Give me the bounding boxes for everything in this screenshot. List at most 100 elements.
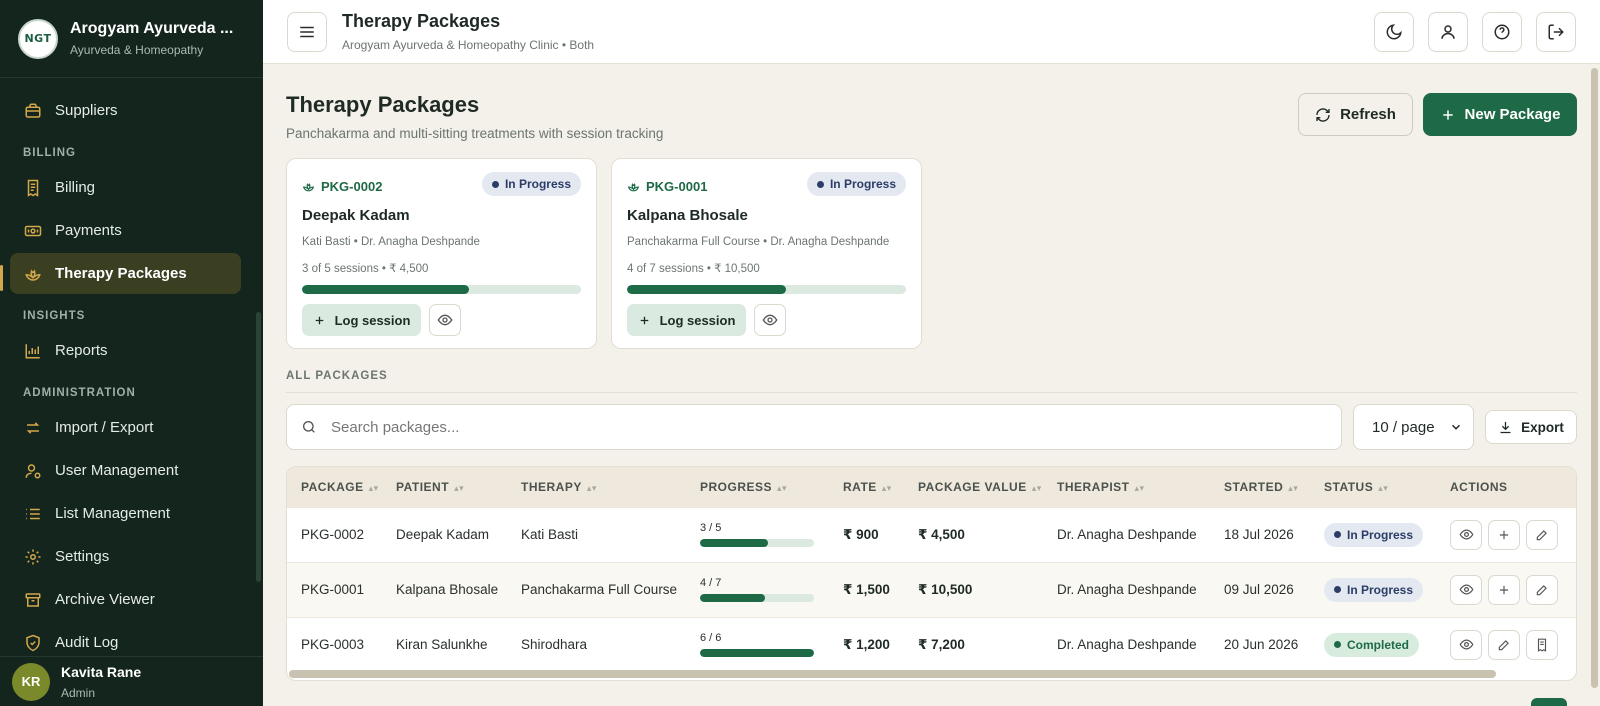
- column-header-started[interactable]: STARTED ▴▾: [1210, 467, 1310, 507]
- lotus-icon: [24, 265, 42, 283]
- status-badge: In Progress: [481, 172, 581, 196]
- table-row[interactable]: PKG-0003 Kiran Salunkhe Shirodhara 6 / 6…: [287, 616, 1576, 672]
- sidebar-item-label: Settings: [55, 548, 110, 565]
- sidebar: NGT Arogyam Ayurveda ... Ayurveda & Home…: [0, 0, 263, 706]
- theme-toggle-button[interactable]: [1374, 11, 1414, 52]
- moon-icon: [1386, 23, 1402, 39]
- sidebar-item-import-export[interactable]: Import / Export: [10, 407, 241, 448]
- sidebar-item-reports[interactable]: Reports: [10, 330, 241, 371]
- sidebar-item-archive-viewer[interactable]: Archive Viewer: [10, 579, 241, 620]
- log-session-button[interactable]: Log session: [302, 304, 421, 336]
- brand[interactable]: NGT Arogyam Ayurveda ... Ayurveda & Home…: [0, 0, 263, 78]
- column-header-therapist[interactable]: THERAPIST ▴▾: [1043, 467, 1210, 507]
- eye-icon: [762, 314, 778, 326]
- package-code: PKG-0002: [321, 179, 383, 194]
- list-icon: [24, 505, 42, 523]
- cell-patient: Kalpana Bhosale: [382, 561, 507, 617]
- menu-toggle-button[interactable]: [287, 11, 327, 52]
- invoice-button[interactable]: [1526, 629, 1558, 660]
- view-button[interactable]: [1450, 574, 1482, 605]
- table-row[interactable]: PKG-0002 Deepak Kadam Kati Basti 3 / 5 ₹…: [287, 506, 1576, 562]
- page-size-select[interactable]: 10 / page: [1353, 404, 1474, 450]
- cell-rate: ₹ 1,200: [829, 616, 904, 672]
- cell-therapy: Panchakarma Full Course: [507, 561, 686, 617]
- plus-icon: [640, 316, 648, 324]
- column-header-package[interactable]: PACKAGE ▴▾: [287, 467, 382, 507]
- cell-therapist: Dr. Anagha Deshpande: [1043, 506, 1210, 562]
- column-header-therapy[interactable]: THERAPY ▴▾: [507, 467, 686, 507]
- sidebar-item-payments[interactable]: Payments: [10, 210, 241, 251]
- pagination-current-page[interactable]: [1531, 698, 1567, 706]
- help-button[interactable]: [1482, 11, 1522, 52]
- column-header-package-value[interactable]: PACKAGE VALUE ▴▾: [904, 467, 1043, 507]
- cell-rate: ₹ 900: [829, 506, 904, 562]
- archive-icon: [24, 591, 42, 609]
- sidebar-scrollbar[interactable]: [256, 312, 261, 582]
- view-button[interactable]: [1450, 519, 1482, 550]
- logout-icon: [1548, 24, 1564, 39]
- packages-table: PACKAGE ▴▾ PATIENT ▴▾ THERAPY ▴▾ PROGRESS ▴▾…: [286, 466, 1577, 681]
- plus-icon: [1499, 530, 1509, 539]
- new-package-label: New Package: [1464, 106, 1561, 123]
- pencil-icon: [1536, 529, 1547, 540]
- column-header-progress[interactable]: PROGRESS ▴▾: [686, 467, 829, 507]
- nav-section-billing: BILLING: [23, 147, 76, 159]
- progress-bar: [627, 285, 906, 294]
- edit-button[interactable]: [1526, 574, 1558, 605]
- cell-patient: Kiran Salunkhe: [382, 616, 507, 672]
- chart-icon: [24, 342, 42, 360]
- view-button[interactable]: [1450, 629, 1482, 660]
- new-package-button[interactable]: New Package: [1423, 93, 1577, 136]
- package-card[interactable]: PKG-0001 In Progress Kalpana Bhosale Pan…: [611, 158, 922, 349]
- sidebar-item-label: Therapy Packages: [55, 265, 187, 282]
- brand-name: Arogyam Ayurveda ...: [70, 20, 234, 37]
- table-header-row: PACKAGE ▴▾ PATIENT ▴▾ THERAPY ▴▾ PROGRESS ▴▾…: [287, 467, 1576, 507]
- column-header-patient[interactable]: PATIENT ▴▾: [382, 467, 507, 507]
- column-header-status[interactable]: STATUS ▴▾: [1310, 467, 1436, 507]
- sidebar-item-label: Billing: [55, 179, 96, 196]
- refresh-button[interactable]: Refresh: [1298, 93, 1413, 136]
- cash-icon: [24, 222, 42, 240]
- gear-icon: [24, 548, 42, 566]
- edit-button[interactable]: [1488, 629, 1520, 660]
- cell-status: In Progress: [1310, 506, 1436, 562]
- edit-button[interactable]: [1526, 519, 1558, 550]
- sidebar-item-suppliers[interactable]: Suppliers: [10, 90, 241, 131]
- export-button[interactable]: Export: [1485, 410, 1577, 444]
- search-input[interactable]: [331, 418, 1255, 436]
- view-button[interactable]: [754, 304, 786, 336]
- cell-progress: 6 / 6: [686, 616, 829, 672]
- sidebar-item-therapy-packages[interactable]: Therapy Packages: [10, 253, 241, 294]
- logout-button[interactable]: [1536, 11, 1576, 52]
- main-content: Therapy Packages Panchakarma and multi-s…: [263, 64, 1600, 706]
- log-session-button[interactable]: Log session: [627, 304, 746, 336]
- cell-actions: [1436, 616, 1576, 672]
- view-button[interactable]: [429, 304, 461, 336]
- topbar-subtitle: Arogyam Ayurveda & Homeopathy Clinic • B…: [342, 38, 595, 52]
- section-title: ALL PACKAGES: [286, 370, 1577, 393]
- log-session-button[interactable]: [1488, 574, 1520, 605]
- sidebar-item-list-management[interactable]: List Management: [10, 493, 241, 534]
- patient-name: Kalpana Bhosale: [627, 207, 748, 224]
- profile-button[interactable]: [1428, 11, 1468, 52]
- cell-started: 09 Jul 2026: [1210, 561, 1310, 617]
- chevron-down-icon: [1451, 424, 1461, 430]
- sidebar-item-billing[interactable]: Billing: [10, 167, 241, 208]
- column-header-rate[interactable]: RATE ▴▾: [829, 467, 904, 507]
- search-box[interactable]: [286, 404, 1342, 450]
- log-session-button[interactable]: [1488, 519, 1520, 550]
- eye-icon: [437, 314, 453, 326]
- hamburger-icon: [300, 26, 314, 37]
- status-badge: In Progress: [1324, 522, 1424, 547]
- sidebar-item-settings[interactable]: Settings: [10, 536, 241, 577]
- table-horizontal-scrollbar[interactable]: [289, 670, 1496, 678]
- package-card[interactable]: PKG-0002 In Progress Deepak Kadam Kati B…: [286, 158, 597, 349]
- lotus-icon: [302, 183, 315, 192]
- page-scrollbar[interactable]: [1591, 68, 1598, 688]
- receipt-icon: [1537, 638, 1547, 652]
- sidebar-item-user-management[interactable]: User Management: [10, 450, 241, 491]
- table-row[interactable]: PKG-0001 Kalpana Bhosale Panchakarma Ful…: [287, 561, 1576, 617]
- cell-value: ₹ 10,500: [904, 561, 1043, 617]
- user-gear-icon: [24, 462, 42, 480]
- user-profile[interactable]: KR Kavita Rane Admin: [0, 656, 263, 706]
